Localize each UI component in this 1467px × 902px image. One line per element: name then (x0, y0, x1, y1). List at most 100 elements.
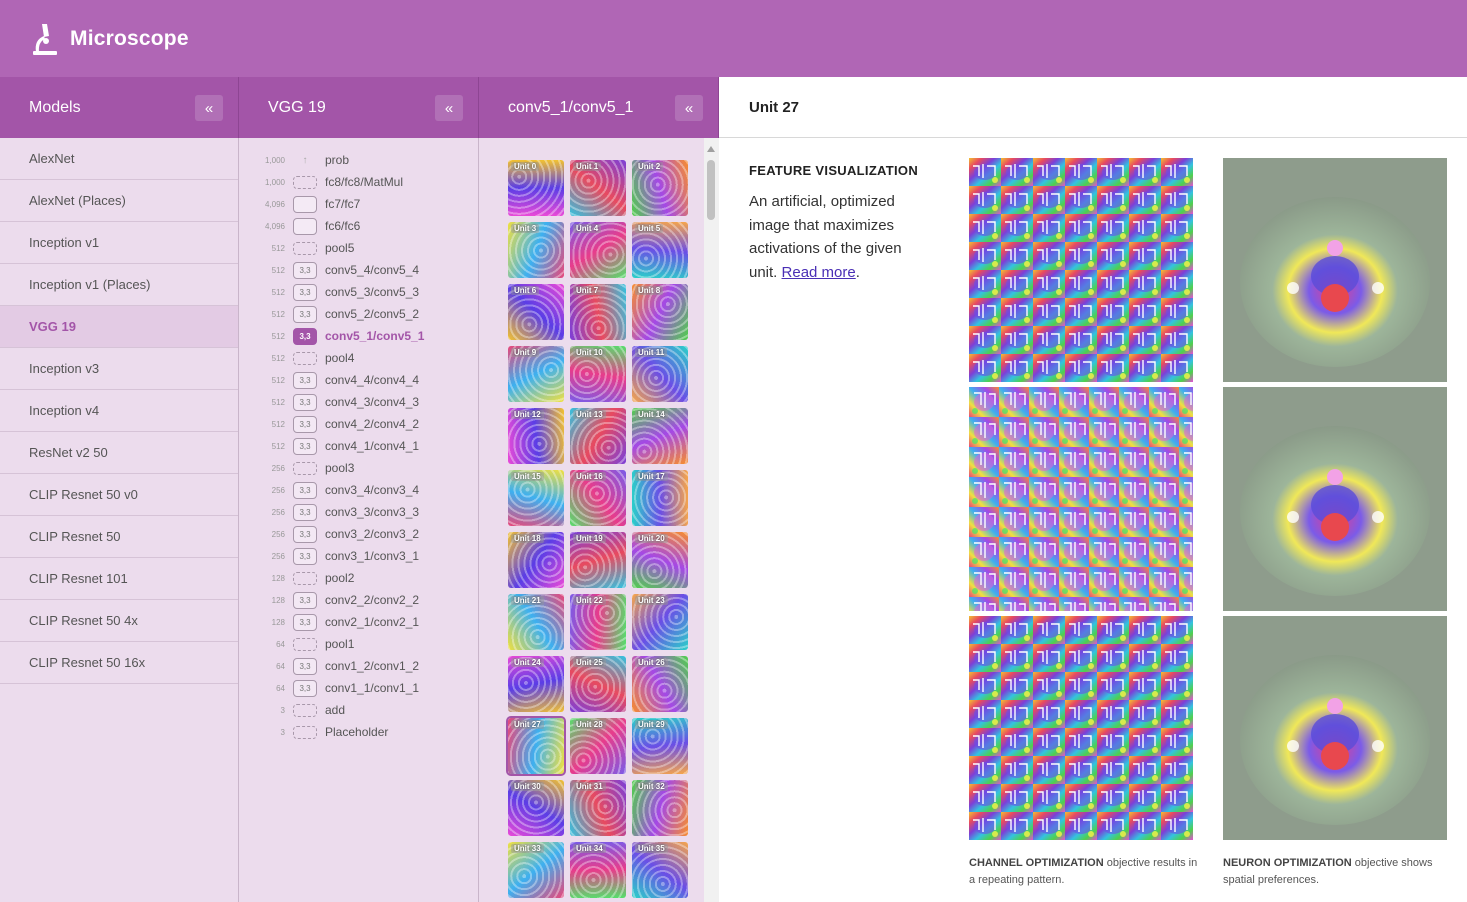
scrollbar-thumb[interactable] (707, 160, 715, 220)
neuron-optimization-image[interactable] (1223, 158, 1447, 382)
unit-thumbnail[interactable]: Unit 14 (632, 408, 688, 464)
layer-item[interactable]: 256 3,3 conv3_4/conv3_4 (239, 479, 478, 501)
unit-thumbnail[interactable]: Unit 16 (570, 470, 626, 526)
unit-thumbnail[interactable]: Unit 2 (632, 160, 688, 216)
model-item[interactable]: VGG 19 (0, 306, 238, 348)
layer-item[interactable]: 512 3,3 conv4_2/conv4_2 (239, 413, 478, 435)
layer-item[interactable]: 512 pool4 (239, 347, 478, 369)
app-title[interactable]: Microscope (70, 27, 189, 51)
layer-item[interactable]: 256 3,3 conv3_2/conv3_2 (239, 523, 478, 545)
layer-item[interactable]: 4,096 fc6/fc6 (239, 215, 478, 237)
unit-thumbnail[interactable]: Unit 13 (570, 408, 626, 464)
collapse-layers-button[interactable]: « (435, 95, 463, 121)
channel-optimization-image[interactable] (969, 616, 1193, 840)
unit-thumbnail[interactable]: Unit 20 (632, 532, 688, 588)
layer-item[interactable]: 64 3,3 conv1_1/conv1_1 (239, 677, 478, 699)
layer-item[interactable]: 1,000 fc8/fc8/MatMul (239, 171, 478, 193)
unit-thumbnail[interactable]: Unit 34 (570, 842, 626, 898)
unit-thumbnail[interactable]: Unit 25 (570, 656, 626, 712)
model-item[interactable]: CLIP Resnet 50 16x (0, 642, 238, 684)
read-more-link[interactable]: Read more (782, 264, 856, 281)
layer-channel-count: 512 (271, 265, 285, 275)
channel-optimization-image[interactable] (969, 387, 1193, 611)
unit-thumbnail[interactable]: Unit 7 (570, 284, 626, 340)
microscope-icon[interactable] (30, 22, 60, 56)
layer-item[interactable]: 512 3,3 conv4_1/conv4_1 (239, 435, 478, 457)
layer-item[interactable]: 512 3,3 conv5_1/conv5_1 (239, 325, 478, 347)
model-item[interactable]: CLIP Resnet 50 4x (0, 600, 238, 642)
unit-thumbnail[interactable]: Unit 23 (632, 594, 688, 650)
units-scrollbar[interactable] (704, 138, 719, 902)
unit-thumbnail[interactable]: Unit 1 (570, 160, 626, 216)
unit-thumbnail[interactable]: Unit 33 (508, 842, 564, 898)
unit-thumbnail[interactable]: Unit 8 (632, 284, 688, 340)
layer-item[interactable]: 512 pool5 (239, 237, 478, 259)
unit-label: Unit 0 (511, 162, 540, 171)
neuron-optimization-image[interactable] (1223, 387, 1447, 611)
model-item[interactable]: Inception v4 (0, 390, 238, 432)
neuron-image (1223, 387, 1447, 611)
layer-item[interactable]: 128 3,3 conv2_1/conv2_1 (239, 611, 478, 633)
unit-thumbnail[interactable]: Unit 10 (570, 346, 626, 402)
unit-thumbnail[interactable]: Unit 22 (570, 594, 626, 650)
model-item[interactable]: CLIP Resnet 101 (0, 558, 238, 600)
unit-thumbnail[interactable]: Unit 0 (508, 160, 564, 216)
unit-thumbnail[interactable]: Unit 24 (508, 656, 564, 712)
layers-column-header: VGG 19 « (239, 77, 479, 138)
unit-thumbnail[interactable]: Unit 29 (632, 718, 688, 774)
unit-thumbnail[interactable]: Unit 6 (508, 284, 564, 340)
collapse-units-button[interactable]: « (675, 95, 703, 121)
unit-thumbnail[interactable]: Unit 26 (632, 656, 688, 712)
model-item[interactable]: Inception v1 (0, 222, 238, 264)
unit-thumbnail[interactable]: Unit 32 (632, 780, 688, 836)
unit-thumbnail[interactable]: Unit 5 (632, 222, 688, 278)
unit-thumbnail[interactable]: Unit 28 (570, 718, 626, 774)
model-item[interactable]: Inception v1 (Places) (0, 264, 238, 306)
collapse-models-button[interactable]: « (195, 95, 223, 121)
layer-channel-count: 512 (271, 287, 285, 297)
layer-item[interactable]: 512 3,3 conv4_4/conv4_4 (239, 369, 478, 391)
layer-item[interactable]: 256 3,3 conv3_3/conv3_3 (239, 501, 478, 523)
layer-item[interactable]: 512 3,3 conv5_2/conv5_2 (239, 303, 478, 325)
layer-item[interactable]: 1,000 ↑ prob (239, 149, 478, 171)
unit-thumbnail[interactable]: Unit 3 (508, 222, 564, 278)
unit-thumbnail[interactable]: Unit 11 (632, 346, 688, 402)
unit-thumbnail[interactable]: Unit 31 (570, 780, 626, 836)
layer-kernel-badge (293, 351, 317, 365)
unit-thumbnail[interactable]: Unit 35 (632, 842, 688, 898)
layer-item[interactable]: 256 3,3 conv3_1/conv3_1 (239, 545, 478, 567)
unit-thumbnail[interactable]: Unit 4 (570, 222, 626, 278)
unit-thumbnail[interactable]: Unit 9 (508, 346, 564, 402)
model-item[interactable]: AlexNet (Places) (0, 180, 238, 222)
layer-item[interactable]: 128 pool2 (239, 567, 478, 589)
layer-channel-count: 64 (276, 683, 285, 693)
layer-item[interactable]: 3 Placeholder (239, 721, 478, 743)
layer-item[interactable]: 512 3,3 conv4_3/conv4_3 (239, 391, 478, 413)
unit-thumbnail[interactable]: Unit 30 (508, 780, 564, 836)
layer-item[interactable]: 256 pool3 (239, 457, 478, 479)
model-item[interactable]: ResNet v2 50 (0, 432, 238, 474)
channel-optimization-image[interactable] (969, 158, 1193, 382)
unit-thumbnail[interactable]: Unit 18 (508, 532, 564, 588)
layer-item[interactable]: 512 3,3 conv5_3/conv5_3 (239, 281, 478, 303)
layer-item[interactable]: 64 pool1 (239, 633, 478, 655)
layer-item[interactable]: 3 add (239, 699, 478, 721)
model-item[interactable]: CLIP Resnet 50 (0, 516, 238, 558)
unit-thumbnail[interactable]: Unit 19 (570, 532, 626, 588)
layer-item[interactable]: 4,096 fc7/fc7 (239, 193, 478, 215)
unit-thumbnail[interactable]: Unit 15 (508, 470, 564, 526)
unit-thumbnail[interactable]: Unit 12 (508, 408, 564, 464)
scroll-up-icon[interactable] (707, 146, 715, 152)
model-item[interactable]: Inception v3 (0, 348, 238, 390)
unit-thumbnail[interactable]: Unit 21 (508, 594, 564, 650)
model-item[interactable]: CLIP Resnet 50 v0 (0, 474, 238, 516)
unit-thumbnail[interactable]: Unit 27 (506, 716, 566, 776)
layer-item[interactable]: 512 3,3 conv5_4/conv5_4 (239, 259, 478, 281)
neuron-optimization-image[interactable] (1223, 616, 1447, 840)
model-item[interactable]: AlexNet (0, 138, 238, 180)
unit-thumbnail[interactable]: Unit 17 (632, 470, 688, 526)
layer-kernel-badge: 3,3 (293, 261, 317, 279)
layer-channel-count: 256 (271, 551, 285, 561)
layer-item[interactable]: 128 3,3 conv2_2/conv2_2 (239, 589, 478, 611)
layer-item[interactable]: 64 3,3 conv1_2/conv1_2 (239, 655, 478, 677)
